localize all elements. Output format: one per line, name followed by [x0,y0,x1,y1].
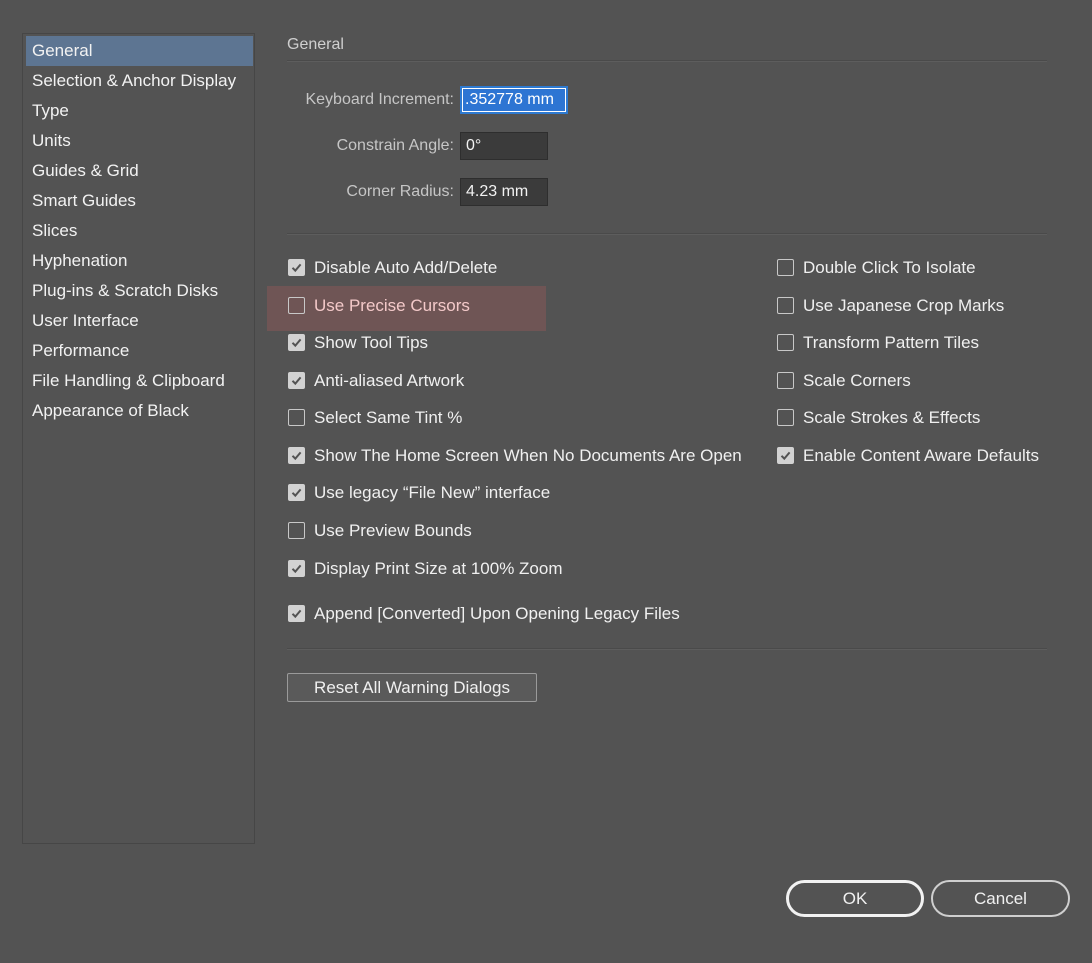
corner-radius-input[interactable]: 4.23 mm [460,178,548,206]
checkbox-checked-icon[interactable] [288,334,305,351]
option-label: Disable Auto Add/Delete [314,258,498,277]
options-divider [287,648,1047,650]
sidebar-item-type[interactable]: Type [26,96,253,126]
sidebar-item-hyphenation[interactable]: Hyphenation [26,246,253,276]
option-label: Display Print Size at 100% Zoom [314,559,563,578]
checkbox-unchecked-icon[interactable] [288,409,305,426]
sidebar-item-selection-anchor-display[interactable]: Selection & Anchor Display [26,66,253,96]
checkbox-unchecked-icon[interactable] [777,409,794,426]
checkbox-checked-icon[interactable] [288,447,305,464]
option-label: Scale Strokes & Effects [803,408,981,427]
checkbox-checked-icon[interactable] [288,484,305,501]
checkbox-unchecked-icon[interactable] [777,259,794,276]
sidebar-item-performance[interactable]: Performance [26,336,253,366]
option-label: Use Preview Bounds [314,521,472,540]
option-label: Scale Corners [803,371,911,390]
sidebar-item-file-handling-clipboard[interactable]: File Handling & Clipboard [26,366,253,396]
preferences-category-list[interactable]: General Selection & Anchor Display Type … [22,33,255,844]
option-label: Select Same Tint % [314,408,463,427]
cancel-button[interactable]: Cancel [931,880,1070,917]
sidebar-item-general[interactable]: General [26,36,253,66]
option-label: Transform Pattern Tiles [803,333,980,352]
checkbox-checked-icon[interactable] [777,447,794,464]
checkbox-unchecked-icon[interactable] [777,372,794,389]
option-label: Use legacy “File New” interface [314,483,551,502]
ok-button[interactable]: OK [786,880,924,917]
sidebar-item-appearance-of-black[interactable]: Appearance of Black [26,396,253,426]
checkbox-checked-icon[interactable] [288,372,305,389]
option-label: Append [Converted] Upon Opening Legacy F… [314,604,680,623]
corner-radius-label: Corner Radius: [346,183,454,200]
sidebar-item-user-interface[interactable]: User Interface [26,306,253,336]
option-label: Double Click To Isolate [803,258,976,277]
constrain-angle-label: Constrain Angle: [336,137,454,154]
keyboard-increment-input[interactable]: .352778 mm [460,86,568,114]
checkbox-checked-icon[interactable] [288,259,305,276]
sidebar-item-slices[interactable]: Slices [26,216,253,246]
reset-warning-dialogs-button[interactable]: Reset All Warning Dialogs [287,673,537,702]
sidebar-item-guides-grid[interactable]: Guides & Grid [26,156,253,186]
sidebar-item-smart-guides[interactable]: Smart Guides [26,186,253,216]
checkbox-checked-icon[interactable] [288,605,305,622]
option-label: Use Japanese Crop Marks [803,296,1005,315]
checkbox-unchecked-icon[interactable] [777,334,794,351]
constrain-angle-input[interactable]: 0° [460,132,548,160]
option-label: Use Precise Cursors [314,296,470,315]
keyboard-increment-value: .352778 mm [463,89,565,111]
keyboard-increment-label: Keyboard Increment: [305,91,454,108]
panel-title: General [287,36,344,53]
title-divider [287,60,1047,62]
checkbox-unchecked-icon[interactable] [288,297,305,314]
checkbox-unchecked-icon[interactable] [288,522,305,539]
fields-divider [287,233,1047,235]
option-label: Show Tool Tips [314,333,429,352]
sidebar-item-units[interactable]: Units [26,126,253,156]
option-label: Show The Home Screen When No Documents A… [314,446,742,465]
sidebar-item-plugins-scratch-disks[interactable]: Plug-ins & Scratch Disks [26,276,253,306]
option-label: Enable Content Aware Defaults [803,446,1039,465]
checkbox-unchecked-icon[interactable] [777,297,794,314]
option-label: Anti-aliased Artwork [314,371,465,390]
checkbox-checked-icon[interactable] [288,560,305,577]
